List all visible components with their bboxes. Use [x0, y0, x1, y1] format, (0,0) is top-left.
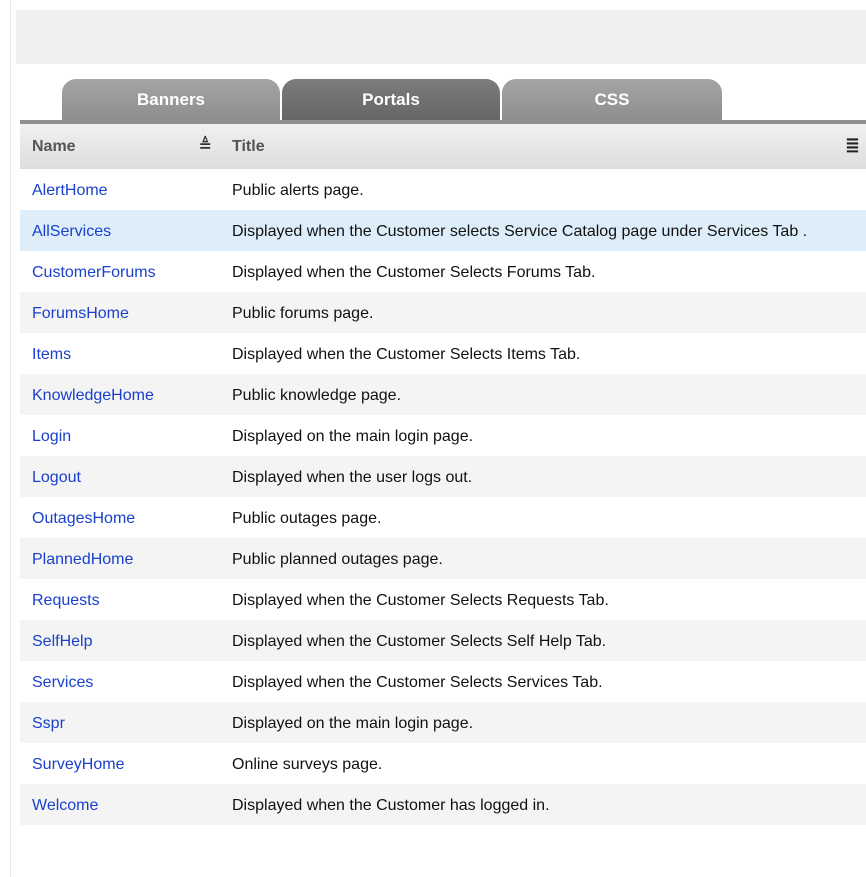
top-toolbar-strip: [16, 10, 866, 64]
table-row[interactable]: Items Displayed when the Customer Selects…: [20, 333, 866, 374]
row-title: Displayed when the Customer Selects Item…: [232, 346, 581, 363]
row-name-link[interactable]: Sspr: [32, 715, 65, 732]
name-cell: Login: [20, 415, 220, 456]
row-name-link[interactable]: Items: [32, 346, 71, 363]
row-name-link[interactable]: Welcome: [32, 797, 98, 814]
table-row[interactable]: PlannedHome Public planned outages page.: [20, 538, 866, 579]
row-title: Public outages page.: [232, 510, 382, 527]
tab-banners[interactable]: Banners: [62, 79, 280, 120]
tab-bar: Banners Portals CSS: [20, 79, 866, 121]
row-title: Displayed when the Customer selects Serv…: [232, 223, 808, 240]
row-title: Online surveys page.: [232, 756, 383, 773]
table-row[interactable]: OutagesHome Public outages page.: [20, 497, 866, 538]
row-name-link[interactable]: PlannedHome: [32, 551, 133, 568]
table-row[interactable]: KnowledgeHome Public knowledge page.: [20, 374, 866, 415]
table-row[interactable]: CustomerForums Displayed when the Custome…: [20, 251, 866, 292]
name-cell: Logout: [20, 456, 220, 497]
row-title: Displayed when the user logs out.: [232, 469, 473, 486]
row-title: Displayed on the main login page.: [232, 428, 474, 445]
name-cell: Requests: [20, 579, 220, 620]
table-row[interactable]: AlertHome Public alerts page.: [20, 169, 866, 210]
row-name-link[interactable]: AllServices: [32, 223, 111, 240]
name-cell: KnowledgeHome: [20, 374, 220, 415]
tab-css[interactable]: CSS: [502, 79, 722, 120]
columns-menu-icon[interactable]: ≣: [845, 135, 860, 156]
row-title: Displayed when the Customer has logged i…: [232, 797, 550, 814]
name-cell: SurveyHome: [20, 743, 220, 784]
row-title: Public forums page.: [232, 305, 374, 322]
row-title: Displayed when the Customer Selects Serv…: [232, 674, 603, 691]
table-row[interactable]: Services Displayed when the Customer Sele…: [20, 661, 866, 702]
column-header-name-label: Name: [32, 137, 76, 155]
table-header-row: Name ≜ Title ≣: [20, 124, 866, 169]
name-cell: CustomerForums: [20, 251, 220, 292]
row-title: Public knowledge page.: [232, 387, 402, 404]
column-header-title[interactable]: Title ≣: [220, 124, 866, 169]
name-cell: Services: [20, 661, 220, 702]
name-cell: ForumsHome: [20, 292, 220, 333]
table-row[interactable]: ForumsHome Public forums page.: [20, 292, 866, 333]
row-title: Displayed on the main login page.: [232, 715, 474, 732]
row-name-link[interactable]: KnowledgeHome: [32, 387, 154, 404]
row-name-link[interactable]: AlertHome: [32, 182, 108, 199]
row-name-link[interactable]: SurveyHome: [32, 756, 124, 773]
row-title: Displayed when the Customer Selects Foru…: [232, 264, 596, 281]
row-title: Displayed when the Customer Selects Requ…: [232, 592, 609, 609]
row-name-link[interactable]: Login: [32, 428, 71, 445]
table-row[interactable]: Login Displayed on the main login page.: [20, 415, 866, 456]
name-cell: PlannedHome: [20, 538, 220, 579]
table-body: AlertHome Public alerts page. AllServices D…: [20, 169, 866, 825]
name-cell: Items: [20, 333, 220, 374]
row-title: Displayed when the Customer Selects Self…: [232, 633, 607, 650]
row-name-link[interactable]: Logout: [32, 469, 81, 486]
portals-table: Name ≜ Title ≣ AlertHome Public alerts pa…: [20, 124, 866, 825]
row-name-link[interactable]: ForumsHome: [32, 305, 129, 322]
name-cell: Sspr: [20, 702, 220, 743]
table-row[interactable]: Welcome Displayed when the Customer has l…: [20, 784, 866, 825]
row-name-link[interactable]: CustomerForums: [32, 264, 156, 281]
table-row[interactable]: Requests Displayed when the Customer Sele…: [20, 579, 866, 620]
name-cell: OutagesHome: [20, 497, 220, 538]
table-row[interactable]: Sspr Displayed on the main login page.: [20, 702, 866, 743]
name-cell: AllServices: [20, 210, 220, 251]
row-name-link[interactable]: Services: [32, 674, 93, 691]
table-row[interactable]: SurveyHome Online surveys page.: [20, 743, 866, 784]
sort-ascending-icon[interactable]: ≜: [199, 136, 212, 156]
tab-portals[interactable]: Portals: [282, 79, 500, 120]
row-name-link[interactable]: OutagesHome: [32, 510, 135, 527]
name-cell: SelfHelp: [20, 620, 220, 661]
column-header-name[interactable]: Name ≜: [20, 124, 220, 169]
row-title: Public planned outages page.: [232, 551, 443, 568]
row-name-link[interactable]: Requests: [32, 592, 100, 609]
name-cell: AlertHome: [20, 169, 220, 210]
table-row[interactable]: AllServices Displayed when the Customer s…: [20, 210, 866, 251]
row-name-link[interactable]: SelfHelp: [32, 633, 92, 650]
row-title: Public alerts page.: [232, 182, 364, 199]
table-row[interactable]: SelfHelp Displayed when the Customer Sele…: [20, 620, 866, 661]
table-row[interactable]: Logout Displayed when the user logs out.: [20, 456, 866, 497]
column-header-title-label: Title: [232, 137, 265, 155]
name-cell: Welcome: [20, 784, 220, 825]
